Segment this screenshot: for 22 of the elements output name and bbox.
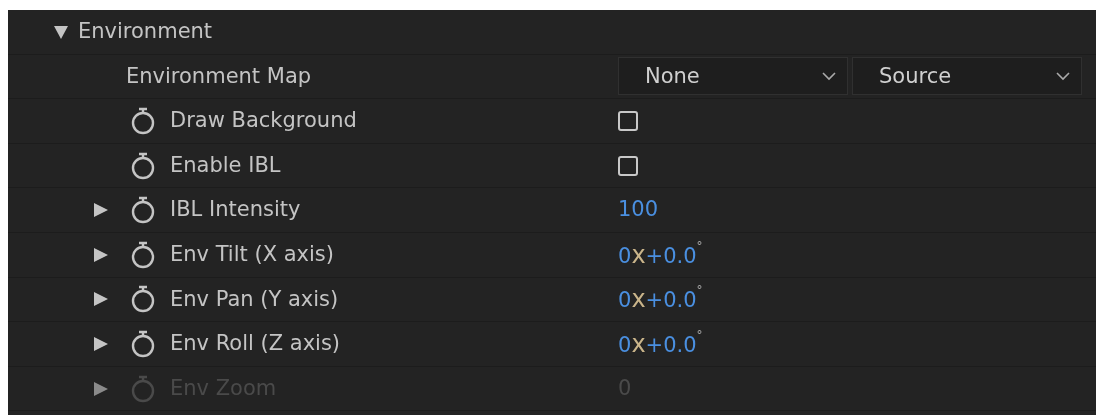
chevron-down-icon[interactable] <box>821 71 837 82</box>
chevron-down-icon[interactable] <box>1055 71 1071 82</box>
property-label: Draw Background <box>170 107 357 135</box>
disclosure-triangle-icon[interactable] <box>92 334 110 353</box>
property-label: Env Tilt (X axis) <box>170 241 334 268</box>
checkbox[interactable] <box>618 155 638 176</box>
property-label: Env Roll (Z axis) <box>170 330 341 358</box>
section-title: Environment <box>78 18 213 46</box>
value-field[interactable]: 100 <box>618 194 659 226</box>
angle-value[interactable]: 0x+0.0° <box>618 325 703 362</box>
property-label: Environment Map <box>126 62 312 90</box>
dropdown[interactable]: Source <box>852 57 1082 96</box>
checkbox[interactable] <box>618 111 638 131</box>
disclosure-triangle-icon[interactable] <box>92 245 110 264</box>
dropdown[interactable]: None <box>618 57 848 96</box>
disclosure-triangle-icon[interactable] <box>92 290 110 309</box>
property-label: IBL Intensity <box>170 196 301 224</box>
angle-value[interactable]: 0x+0.0° <box>618 281 703 318</box>
angle-value[interactable]: 0x+0.0° <box>618 236 703 273</box>
property-label: Env Pan (Y axis) <box>170 285 339 313</box>
disclosure-triangle-icon[interactable] <box>92 201 110 220</box>
property-label: Enable IBL <box>170 151 281 179</box>
